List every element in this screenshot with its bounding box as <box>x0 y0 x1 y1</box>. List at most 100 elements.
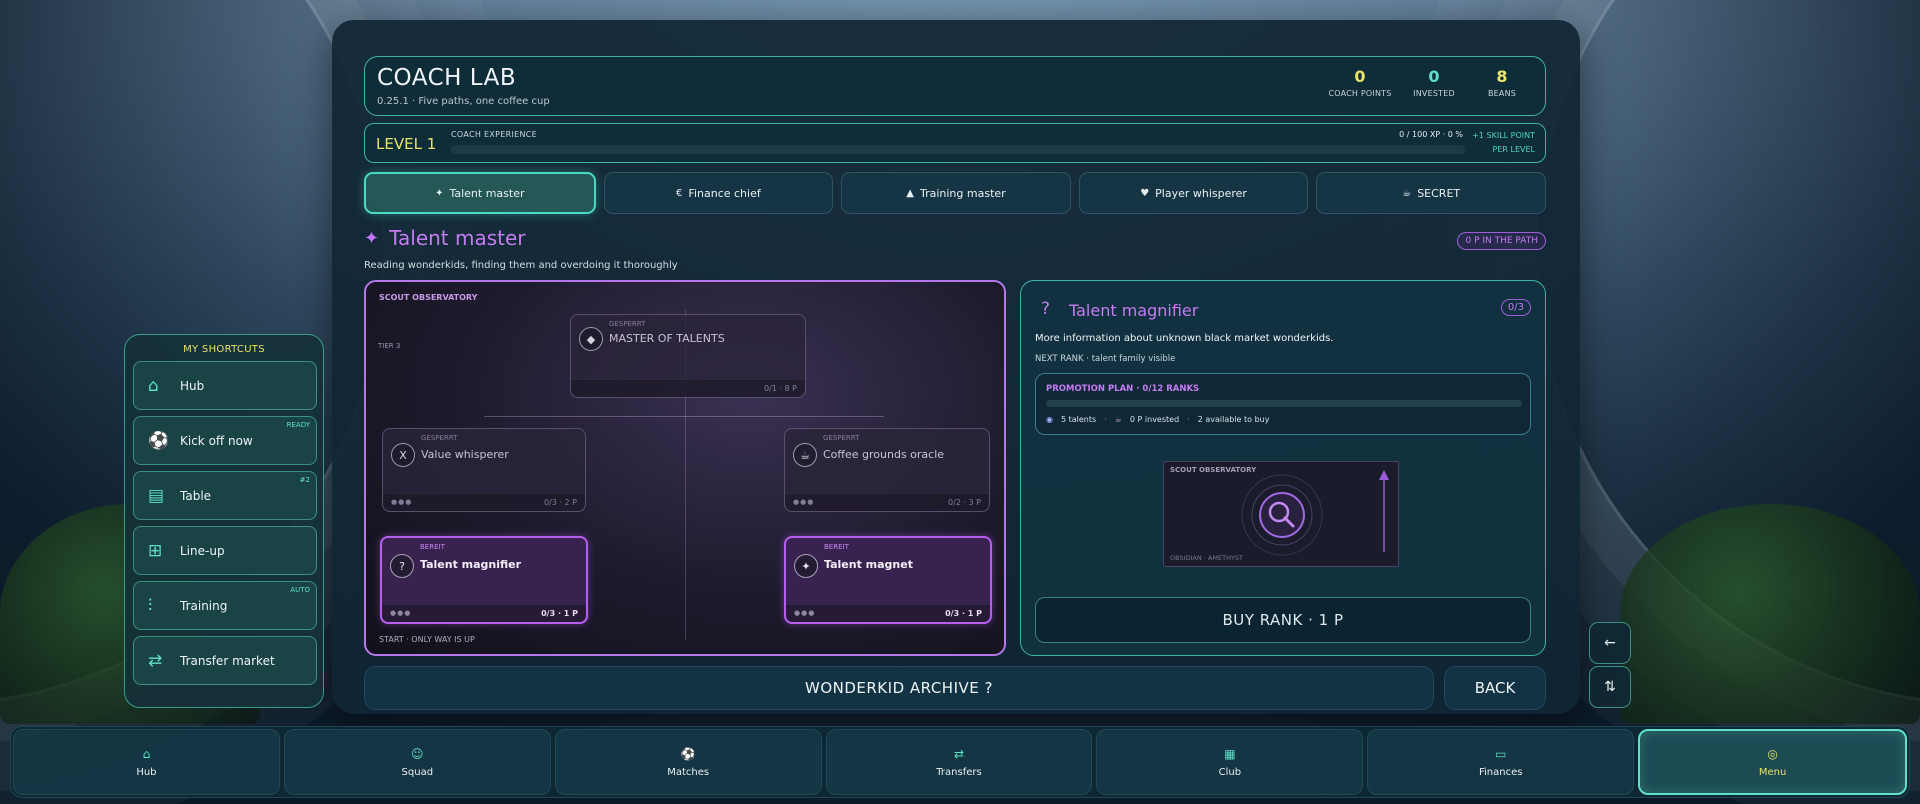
coffee-icon: ☕ <box>1114 415 1122 424</box>
sparkle-icon: ✦ <box>435 187 444 199</box>
page-title: COACH LAB <box>377 65 517 91</box>
shortcut-badge: AUTO <box>290 586 310 594</box>
shortcut-training[interactable]: ⫶ Training AUTO <box>133 581 317 630</box>
rank-dots: ●●● <box>391 498 413 506</box>
sort-button[interactable]: ⇅ <box>1589 666 1631 708</box>
transfer-icon: ⇄ <box>148 651 163 671</box>
nav-label: Transfers <box>936 766 982 778</box>
node-master-of-talents[interactable]: GESPERRT ◆ MASTER OF TALENTS 0/1 · 8 P <box>570 314 806 398</box>
node-coffee-grounds-oracle[interactable]: GESPERRT ☕ Coffee grounds oracle ●●● 0/2… <box>784 428 990 512</box>
shortcut-label: Hub <box>180 379 205 393</box>
node-name: Coffee grounds oracle <box>823 448 945 461</box>
tab-talent-master[interactable]: ✦ Talent master <box>364 172 596 214</box>
promo-talents: 5 talents <box>1060 415 1097 424</box>
nav-matches[interactable]: ⚽ Matches <box>554 729 822 795</box>
node-state: BEREIT <box>824 543 849 551</box>
ball-icon: ⚽ <box>148 431 170 451</box>
nav-squad[interactable]: ☺ Squad <box>283 729 551 795</box>
shortcut-badge: READY <box>286 421 310 429</box>
sparkle-icon: ✦ <box>364 227 380 249</box>
nav-label: Squad <box>401 766 434 778</box>
stat-label: INVESTED <box>1413 89 1455 98</box>
bottom-navigation: ⌂ Hub ☺ Squad ⚽ Matches ⇄ Transfers ▦ Cl… <box>10 726 1910 798</box>
path-tabs: ✦ Talent master € Finance chief ▲ Traini… <box>364 172 1546 214</box>
table-icon: ▤ <box>148 486 165 506</box>
rank-badge: 0/3 <box>1500 299 1531 316</box>
cross-icon: X <box>391 443 415 467</box>
tab-label: SECRET <box>1417 186 1461 200</box>
heart-icon: ♥ <box>1140 187 1150 199</box>
promotion-progress-bar <box>1046 400 1522 407</box>
xp-value: 0 / 100 XP · 0 % <box>1399 130 1463 139</box>
stat-value: 0 <box>1354 67 1366 86</box>
buy-rank-button[interactable]: BUY RANK · 1 P <box>1035 597 1531 643</box>
nav-label: Hub <box>136 766 157 778</box>
tab-label: Finance chief <box>688 186 761 200</box>
stat-coach-points: 0 COACH POINTS <box>1325 67 1395 98</box>
nav-finances[interactable]: ▭ Finances <box>1367 729 1635 795</box>
node-talent-magnifier[interactable]: BEREIT ? Talent magnifier ●●● 0/3 · 1 P <box>380 536 588 624</box>
node-state: GESPERRT <box>421 434 458 442</box>
tab-secret[interactable]: ☕ SECRET <box>1316 172 1546 214</box>
next-rank-label: NEXT RANK · talent family visible <box>1035 354 1176 364</box>
nav-menu[interactable]: ◎ Menu <box>1638 729 1908 795</box>
shortcut-transfer-market[interactable]: ⇄ Transfer market <box>133 636 317 685</box>
node-talent-magnet[interactable]: BEREIT ✦ Talent magnet ●●● 0/3 · 1 P <box>784 536 992 624</box>
nav-label: Menu <box>1758 766 1787 778</box>
coffee-icon: ☕ <box>1402 187 1412 199</box>
promo-invested: 0 P invested <box>1129 415 1180 424</box>
wonderkid-archive-button[interactable]: WONDERKID ARCHIVE ? <box>364 666 1434 710</box>
tab-label: Training master <box>919 186 1006 200</box>
separator: · <box>1104 415 1107 424</box>
node-name: Talent magnet <box>824 558 913 571</box>
nav-club[interactable]: ▦ Club <box>1096 729 1364 795</box>
wallet-icon: ▭ <box>1495 746 1507 761</box>
xp-progress-bar <box>451 145 1465 154</box>
node-progress: 0/3 · 1 P <box>541 609 578 618</box>
sparkle-icon: ✦ <box>794 554 818 578</box>
nav-hub[interactable]: ⌂ Hub <box>13 729 280 795</box>
node-name: Value whisperer <box>421 448 509 461</box>
shortcut-table[interactable]: ▤ Table #2 <box>133 471 317 520</box>
lineup-icon: ⊞ <box>148 541 163 561</box>
version-label: 0.25.1 <box>377 96 409 107</box>
stat-label: BEANS <box>1487 89 1517 98</box>
tab-training-master[interactable]: ▲ Training master <box>841 172 1071 214</box>
rank-dots: ●●● <box>793 498 815 506</box>
scout-footer: OBSIDIAN · AMETHYST <box>1170 554 1244 562</box>
promotion-meta: ◉ 5 talents · ☕ 0 P invested · 2 availab… <box>1046 415 1269 424</box>
talents-icon: ◉ <box>1046 415 1053 424</box>
stat-label: COACH POINTS <box>1328 89 1392 98</box>
detail-title: Talent magnifier <box>1069 301 1199 320</box>
node-progress: 0/3 · 1 P <box>945 609 982 618</box>
node-value-whisperer[interactable]: GESPERRT X Value whisperer ●●● 0/3 · 2 P <box>382 428 586 512</box>
scout-observatory-preview: SCOUT OBSERVATORY OBSIDIAN · AMETHYST <box>1163 461 1399 567</box>
shortcut-label: Kick off now <box>180 434 253 448</box>
coach-lab-panel: COACH LAB 0.25.1 · Five paths, one coffe… <box>332 20 1580 714</box>
arrow-left-button[interactable]: ← <box>1589 622 1631 664</box>
shortcuts-title: MY SHORTCUTS <box>183 344 265 355</box>
tab-label: Talent master <box>449 186 525 200</box>
back-button[interactable]: BACK <box>1444 666 1546 710</box>
stat-invested: 0 INVESTED <box>1399 67 1469 98</box>
ball-icon: ⚽ <box>680 746 696 761</box>
node-state: GESPERRT <box>609 320 646 328</box>
nav-transfers[interactable]: ⇄ Transfers <box>825 729 1093 795</box>
skill-point-note: +1 SKILL POINT PER LEVEL <box>1472 129 1535 157</box>
promotion-plan-card: PROMOTION PLAN · 0/12 RANKS ◉ 5 talents … <box>1035 373 1531 435</box>
shortcut-line-up[interactable]: ⊞ Line-up <box>133 526 317 575</box>
talent-detail-panel: ? Talent magnifier 0/3 More information … <box>1020 280 1546 656</box>
home-icon: ⌂ <box>148 376 159 396</box>
promo-available: 2 available to buy <box>1197 415 1270 424</box>
node-progress: 0/2 · 3 P <box>948 498 981 507</box>
stat-beans: 8 BEANS <box>1467 67 1537 98</box>
shortcut-hub[interactable]: ⌂ Hub <box>133 361 317 410</box>
shortcut-kick-off-now[interactable]: ⚽ Kick off now READY <box>133 416 317 465</box>
tab-player-whisperer[interactable]: ♥ Player whisperer <box>1078 172 1309 214</box>
tab-label: Player whisperer <box>1155 186 1247 200</box>
tab-finance-chief[interactable]: € Finance chief <box>603 172 834 214</box>
detail-description: More information about unknown black mar… <box>1035 333 1334 344</box>
shortcut-label: Line-up <box>180 544 225 558</box>
squad-icon: ☺ <box>411 746 424 761</box>
stadium-icon: ▦ <box>1224 746 1236 761</box>
